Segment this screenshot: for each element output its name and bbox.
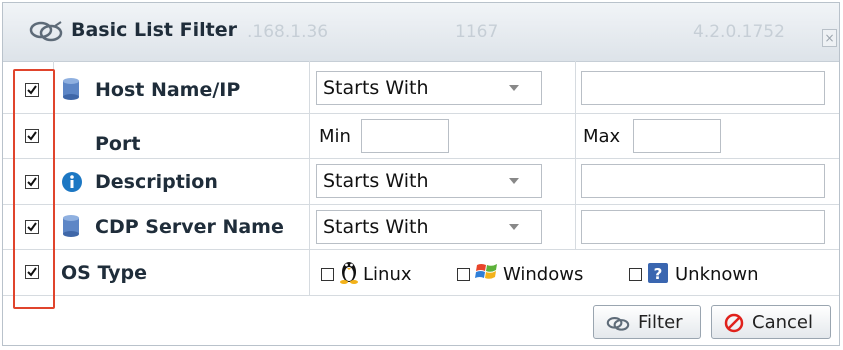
database-icon [63,78,79,100]
port-label: Port [95,133,141,155]
windows-checkbox[interactable] [457,268,470,281]
host-name-label: Host Name/IP [95,79,241,101]
windows-label: Windows [503,264,584,285]
dialog-title: Basic List Filter [71,19,237,41]
chevron-down-icon [509,178,519,184]
linux-checkbox[interactable] [321,268,334,281]
svg-text:?: ? [654,265,663,283]
row-divider [3,249,839,250]
description-operator-select[interactable]: Starts With [316,164,542,198]
filter-button[interactable]: Filter [593,305,701,339]
host-name-operator-value: Starts With [323,77,429,99]
background-text: .168.1.36 [247,22,329,42]
column-divider [575,61,576,249]
row-divider [3,295,839,296]
column-divider [309,61,310,295]
database-icon [63,215,79,237]
description-operator-value: Starts With [323,170,429,192]
info-icon [62,172,82,192]
host-name-value-input[interactable] [581,71,825,105]
description-checkbox[interactable] [25,175,39,189]
title-bar: Basic List Filter .168.1.36 1167 4.2.0.1… [3,3,839,62]
cancel-icon [724,313,744,333]
port-max-label: Max [583,126,621,147]
cancel-button[interactable]: Cancel [711,305,831,339]
background-text: 4.2.0.1752 [693,22,785,42]
windows-icon [475,264,497,279]
row-divider [3,158,839,159]
cdp-server-name-checkbox[interactable] [25,220,39,234]
host-name-operator-select[interactable]: Starts With [316,71,542,105]
filter-icon [29,21,63,42]
port-checkbox[interactable] [25,129,39,143]
close-button[interactable]: × [822,29,837,47]
row-divider [3,204,839,205]
unknown-icon: ? [648,263,668,283]
filter-icon [606,317,630,331]
filter-button-label: Filter [638,312,683,333]
host-name-checkbox[interactable] [25,83,39,97]
port-min-label: Min [319,126,351,147]
port-min-input[interactable] [361,119,449,153]
os-type-checkbox[interactable] [25,265,39,279]
linux-label: Linux [363,264,412,285]
port-max-input[interactable] [633,119,721,153]
description-value-input[interactable] [581,164,825,198]
unknown-label: Unknown [675,264,759,285]
chevron-down-icon [509,224,519,230]
unknown-checkbox[interactable] [629,268,642,281]
description-label: Description [95,171,218,193]
cdp-server-name-operator-select[interactable]: Starts With [316,210,542,244]
linux-icon [340,262,358,284]
cancel-button-label: Cancel [752,312,813,333]
cdp-server-name-label: CDP Server Name [95,216,284,238]
background-text: 1167 [455,22,499,42]
os-type-label: OS Type [61,262,148,284]
cdp-server-name-operator-value: Starts With [323,216,429,238]
row-divider [3,113,839,114]
cdp-server-name-value-input[interactable] [581,210,825,244]
chevron-down-icon [509,85,519,91]
basic-list-filter-dialog: Basic List Filter .168.1.36 1167 4.2.0.1… [2,2,840,346]
